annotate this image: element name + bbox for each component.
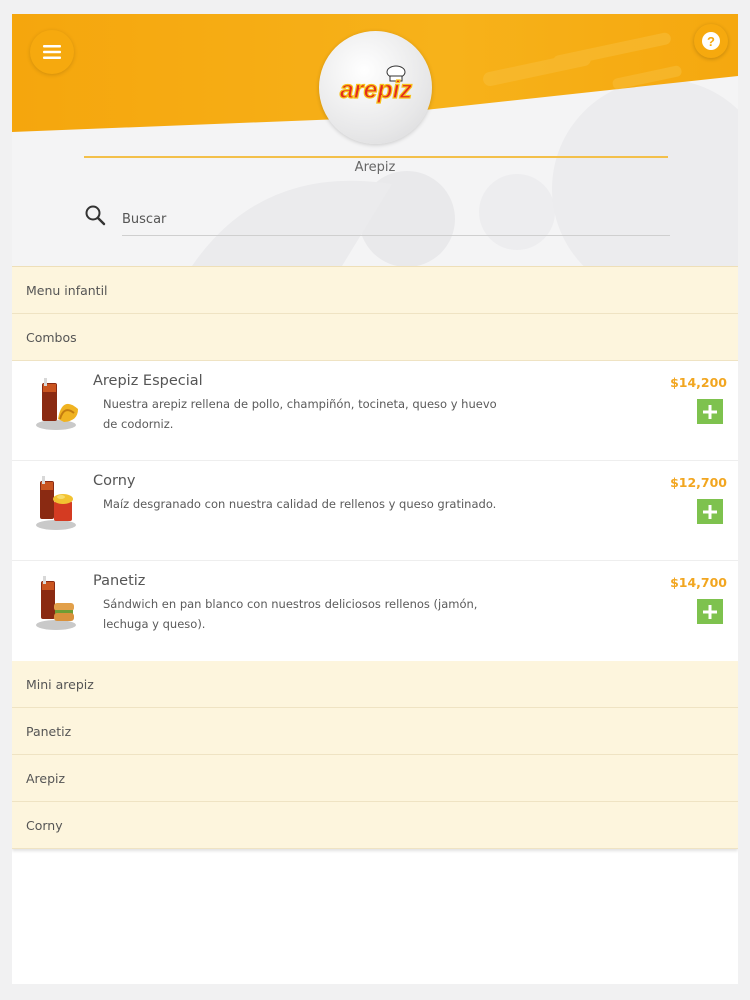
header-divider [84,156,668,158]
category-arepiz[interactable]: Arepiz [12,755,738,802]
product-description: Maíz desgranado con nuestra calidad de r… [103,497,497,511]
product-item[interactable]: Panetiz Sándwich en pan blanco con nuest… [12,561,738,661]
product-price: $14,200 [670,375,727,390]
product-price: $14,700 [670,575,727,590]
product-name: Arepiz Especial [93,373,203,389]
plus-icon [703,404,717,419]
search-input[interactable] [122,204,670,236]
search-icon[interactable] [84,204,106,226]
category-panetiz[interactable]: Panetiz [12,708,738,755]
category-combos[interactable]: Combos [12,314,738,361]
combo-food-drink-image [36,476,76,530]
svg-text:arepiz: arepiz [339,76,412,104]
header: ? arepiz Arepiz [12,14,738,266]
arepiz-logo-icon: arepiz [339,65,413,104]
add-to-cart-button[interactable] [697,499,723,524]
product-item[interactable]: Corny Maíz desgranado con nuestra calida… [12,461,738,561]
product-name: Corny [93,473,136,489]
product-description: Sándwich en pan blanco con nuestros deli… [103,597,478,631]
help-button[interactable]: ? [694,24,728,58]
combo-food-drink-image [36,576,76,630]
category-menu-infantil[interactable]: Menu infantil [12,267,738,314]
category-mini-arepiz[interactable]: Mini arepiz [12,661,738,708]
product-name: Panetiz [93,573,146,589]
combo-food-drink-image [36,378,78,430]
category-corny[interactable]: Corny [12,802,738,849]
menu-list: Menu infantil Combos Arepiz Especial Nue… [12,266,738,849]
restaurant-name: Arepiz [354,160,396,175]
add-to-cart-button[interactable] [697,399,723,424]
restaurant-logo: arepiz [319,31,432,144]
hamburger-menu-icon [43,45,61,59]
product-description: Nuestra arepiz rellena de pollo, champiñ… [103,397,497,431]
plus-icon [703,504,717,519]
question-mark-icon: ? [702,32,720,50]
menu-button[interactable] [30,30,74,74]
app-frame: ? arepiz Arepiz Menu infantil Combos [12,14,738,984]
product-item[interactable]: Arepiz Especial Nuestra arepiz rellena d… [12,361,738,461]
plus-icon [703,604,717,619]
combos-products: Arepiz Especial Nuestra arepiz rellena d… [12,361,738,661]
add-to-cart-button[interactable] [697,599,723,624]
product-price: $12,700 [670,475,727,490]
